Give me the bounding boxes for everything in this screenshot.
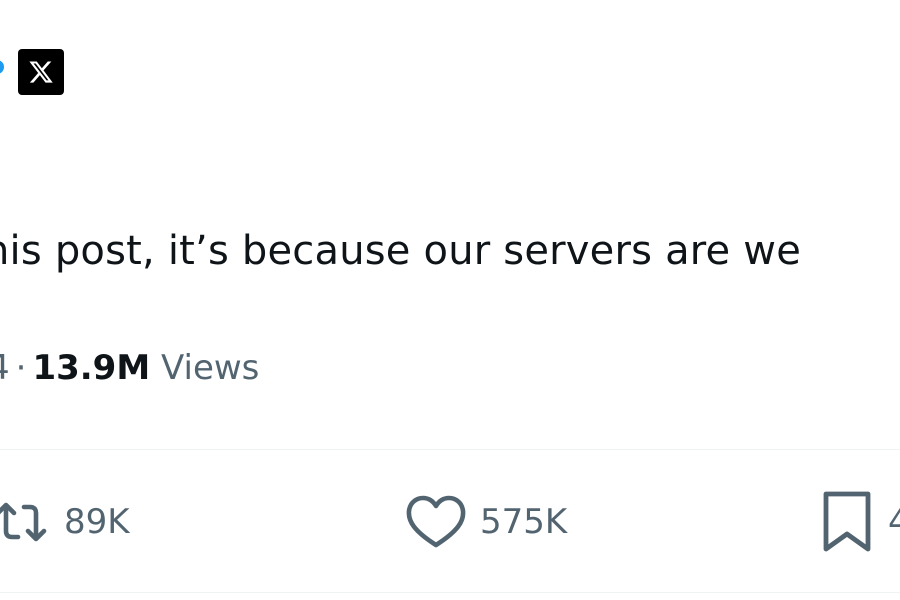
post-meta: 4·13.9M Views xyxy=(0,345,259,391)
divider xyxy=(0,449,900,450)
post-text: his post, it’s because our servers are w… xyxy=(0,228,802,274)
divider-bottom xyxy=(0,592,900,593)
repost-count: 89K xyxy=(64,502,130,542)
bookmark-icon xyxy=(820,491,874,553)
like-button[interactable]: 575K xyxy=(406,492,567,552)
verified-badge-icon xyxy=(0,60,4,74)
like-count: 575K xyxy=(480,502,568,542)
bookmark-count: 4 xyxy=(888,502,900,542)
x-logo-icon[interactable] xyxy=(18,49,64,95)
timestamp-fragment[interactable]: 4 xyxy=(0,348,10,388)
heart-icon xyxy=(406,495,466,549)
views-label: Views xyxy=(161,348,260,388)
repost-button[interactable]: 89K xyxy=(0,492,130,552)
views-count: 13.9M xyxy=(32,348,151,388)
repost-icon xyxy=(0,499,50,545)
bookmark-button[interactable]: 4 xyxy=(820,491,900,553)
meta-separator: · xyxy=(15,348,27,388)
